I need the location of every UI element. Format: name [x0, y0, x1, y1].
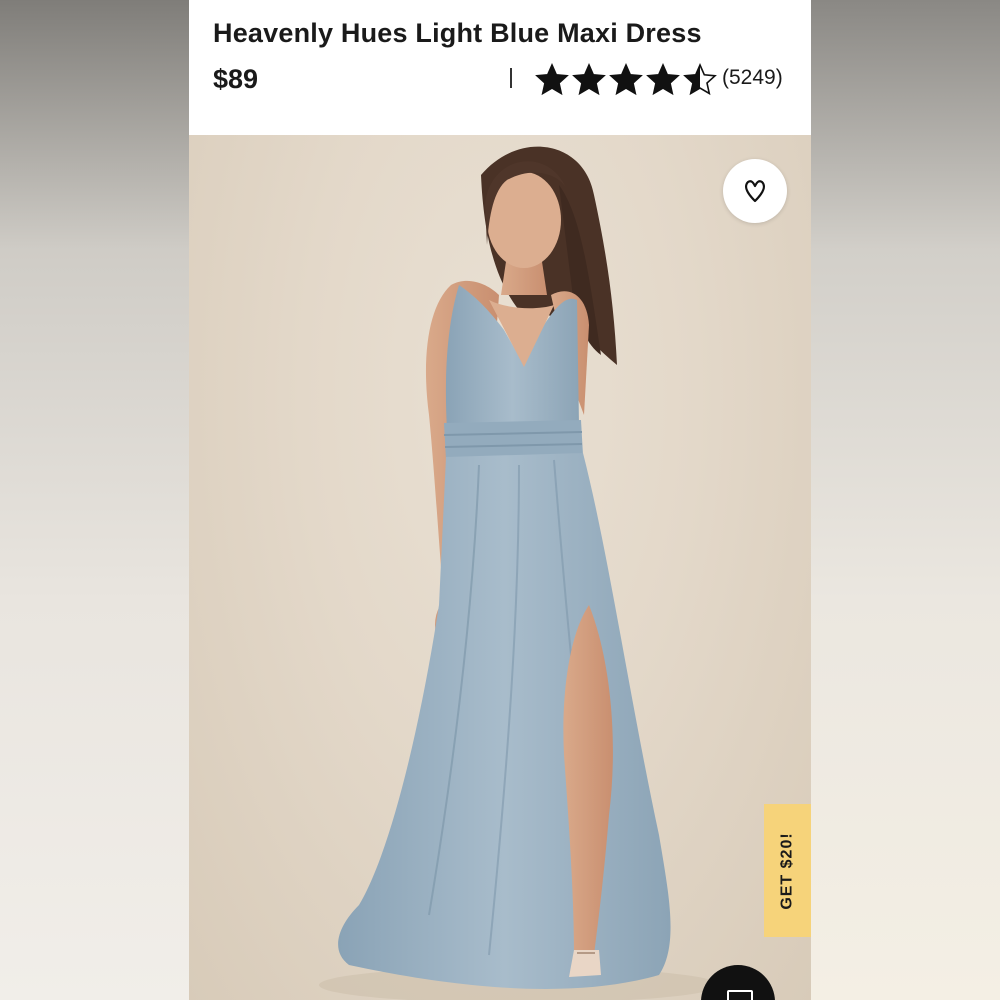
review-count[interactable]: (5249) — [722, 66, 783, 90]
star-full-icon — [535, 63, 569, 96]
rating-stars[interactable] — [535, 63, 717, 97]
chat-icon — [727, 990, 753, 1000]
header-divider — [510, 68, 512, 88]
backdrop-left — [0, 0, 189, 1000]
product-price: $89 — [213, 64, 259, 94]
product-title: Heavenly Hues Light Blue Maxi Dress — [213, 18, 702, 48]
favorite-button[interactable] — [723, 159, 787, 223]
star-full-icon — [609, 63, 643, 96]
star-full-icon — [572, 63, 606, 96]
promo-tab[interactable]: GET $20! — [764, 804, 811, 937]
product-header: Heavenly Hues Light Blue Maxi Dress $89 … — [189, 0, 811, 135]
promo-label: GET $20! — [778, 831, 796, 910]
product-screen: Heavenly Hues Light Blue Maxi Dress $89 … — [189, 0, 811, 1000]
product-image[interactable] — [189, 135, 811, 1000]
heart-icon — [744, 180, 766, 203]
backdrop-right — [811, 0, 1000, 1000]
star-full-icon — [646, 63, 680, 96]
model-in-dress-illustration — [319, 146, 719, 1000]
star-half-icon — [683, 63, 717, 96]
